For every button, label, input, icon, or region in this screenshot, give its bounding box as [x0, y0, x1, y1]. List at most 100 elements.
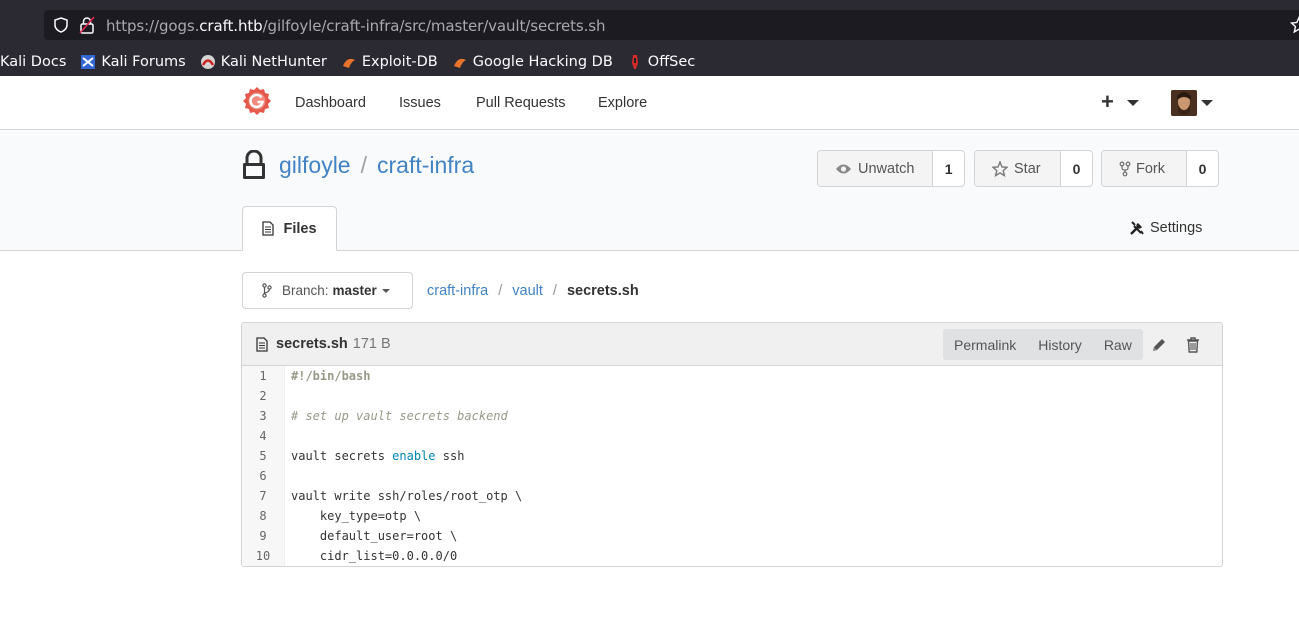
tab-files[interactable]: Files	[242, 206, 337, 251]
repo-owner-link[interactable]: gilfoyle	[279, 152, 351, 179]
line-content: vault secrets enable ssh	[291, 449, 465, 463]
branch-label: Branch:	[282, 283, 329, 298]
watch-button-group: Unwatch 1	[817, 150, 965, 187]
nav-issues[interactable]: Issues	[399, 95, 441, 111]
file-text-icon	[262, 221, 275, 236]
create-new-plus-icon[interactable]: +	[1101, 91, 1114, 113]
fork-button-group: Fork 0	[1101, 150, 1219, 187]
code-line: 8 key_type=otp \	[242, 506, 1222, 526]
nav-explore[interactable]: Explore	[598, 95, 647, 111]
nav-dashboard[interactable]: Dashboard	[295, 95, 366, 111]
line-number[interactable]: 9	[242, 526, 285, 546]
bookmark-kali-forums[interactable]: Kali Forums	[80, 54, 186, 70]
exploit-db-icon	[342, 58, 355, 68]
tools-icon	[1130, 221, 1144, 235]
line-number[interactable]: 6	[242, 466, 285, 486]
breadcrumb-divider: /	[552, 283, 557, 299]
lock-icon[interactable]	[79, 16, 95, 34]
repo-separator: /	[360, 151, 367, 178]
trash-icon[interactable]	[1186, 337, 1200, 353]
breadcrumb: craft-infra / vault / secrets.sh	[427, 283, 639, 299]
line-content: vault write ssh/roles/root_otp \	[291, 489, 523, 503]
bookmarks-bar: Kali Docs Kali Forums Kali NetHunter Exp…	[0, 48, 1299, 76]
tab-files-label: Files	[283, 220, 317, 237]
tab-settings-label: Settings	[1150, 220, 1203, 236]
line-content: # set up vault secrets backend	[291, 409, 508, 423]
pencil-icon[interactable]	[1151, 337, 1167, 353]
bookmark-google-hacking-db[interactable]: Google Hacking DB	[452, 54, 613, 70]
breadcrumb-current-file: secrets.sh	[566, 283, 639, 299]
star-button[interactable]: Star	[975, 151, 1061, 186]
file-actions: Permalink History Raw	[943, 329, 1143, 360]
breadcrumb-dir[interactable]: vault	[512, 283, 543, 299]
branch-selector[interactable]: Branch: master	[242, 272, 413, 309]
file-text-icon	[256, 336, 268, 352]
avatar[interactable]	[1171, 90, 1197, 116]
url-path: /gilfoyle/craft-infra/src/master/vault/s…	[262, 17, 606, 35]
file-name: secrets.sh	[276, 336, 348, 352]
line-number[interactable]: 5	[242, 446, 285, 466]
unwatch-label: Unwatch	[858, 160, 915, 177]
star-count[interactable]: 0	[1061, 151, 1092, 186]
star-icon	[992, 160, 1008, 177]
site-header: Dashboard Issues Pull Requests Explore +	[0, 76, 1299, 130]
breadcrumb-root[interactable]: craft-infra	[427, 283, 488, 299]
bookmark-exploit-db[interactable]: Exploit-DB	[341, 54, 438, 70]
line-number[interactable]: 3	[242, 406, 285, 426]
fork-count[interactable]: 0	[1187, 151, 1218, 186]
url-text[interactable]: https://gogs.craft.htb/gilfoyle/craft-in…	[106, 17, 605, 35]
private-lock-icon	[243, 150, 265, 179]
bookmark-star-icon[interactable]	[1290, 16, 1299, 34]
raw-button[interactable]: Raw	[1093, 329, 1143, 360]
code-line: 9 default_user=root \	[242, 526, 1222, 546]
line-content: cidr_list=0.0.0.0/0	[291, 549, 458, 563]
unwatch-button[interactable]: Unwatch	[818, 151, 934, 186]
fork-button[interactable]: Fork	[1102, 151, 1187, 186]
code-line: 10 cidr_list=0.0.0.0/0	[242, 546, 1222, 566]
code-line: 3 # set up vault secrets backend	[242, 406, 1222, 426]
address-bar[interactable]: https://gogs.craft.htb/gilfoyle/craft-in…	[44, 10, 1299, 40]
line-number[interactable]: 1	[242, 366, 285, 386]
gogs-logo-icon[interactable]	[242, 86, 272, 118]
fork-icon	[1119, 161, 1131, 176]
line-number[interactable]: 7	[242, 486, 285, 506]
code-line: 2	[242, 386, 1222, 406]
bookmark-kali-nethunter[interactable]: Kali NetHunter	[200, 54, 327, 70]
code-line: 5 vault secrets enable ssh	[242, 446, 1222, 466]
line-number[interactable]: 8	[242, 506, 285, 526]
browser-toolbar: https://gogs.craft.htb/gilfoyle/craft-in…	[0, 0, 1299, 48]
nav-pull-requests[interactable]: Pull Requests	[476, 95, 565, 111]
repo-name-link[interactable]: craft-infra	[377, 152, 474, 179]
file-header: secrets.sh 171 B Permalink History Raw	[242, 323, 1222, 366]
bookmark-offsec[interactable]: OffSec	[627, 54, 696, 70]
branch-value: master	[332, 283, 377, 298]
line-number[interactable]: 10	[242, 546, 285, 566]
bookmark-label: OffSec	[647, 54, 696, 70]
chevron-down-icon	[381, 288, 390, 293]
line-number[interactable]: 2	[242, 386, 285, 406]
code-line: 4	[242, 426, 1222, 446]
branch-icon	[262, 283, 272, 298]
bookmark-kali-docs[interactable]: Kali Docs	[0, 54, 66, 70]
code-line: 6	[242, 466, 1222, 486]
line-content: key_type=otp \	[291, 509, 422, 523]
repo-header: gilfoyle / craft-infra Unwatch 1 Star 0	[0, 131, 1299, 251]
shield-icon[interactable]	[53, 17, 69, 33]
bookmark-label: Google Hacking DB	[472, 54, 613, 70]
permalink-button[interactable]: Permalink	[943, 329, 1027, 360]
chevron-down-icon[interactable]	[1201, 100, 1213, 106]
tab-settings[interactable]: Settings	[1129, 220, 1202, 236]
bookmark-label: Kali NetHunter	[220, 54, 327, 70]
line-content: default_user=root \	[291, 529, 458, 543]
repo-title: gilfoyle / craft-infra	[242, 150, 474, 180]
bookmark-label: Exploit-DB	[361, 54, 438, 70]
offsec-icon	[631, 55, 638, 69]
chevron-down-icon[interactable]	[1127, 100, 1139, 106]
breadcrumb-divider: /	[498, 283, 503, 299]
fork-label: Fork	[1136, 160, 1165, 177]
line-number[interactable]: 4	[242, 426, 285, 446]
line-content: #!/bin/bash	[291, 369, 371, 383]
history-button[interactable]: History	[1027, 329, 1093, 360]
star-label: Star	[1014, 160, 1041, 177]
watch-count[interactable]: 1	[933, 151, 964, 186]
